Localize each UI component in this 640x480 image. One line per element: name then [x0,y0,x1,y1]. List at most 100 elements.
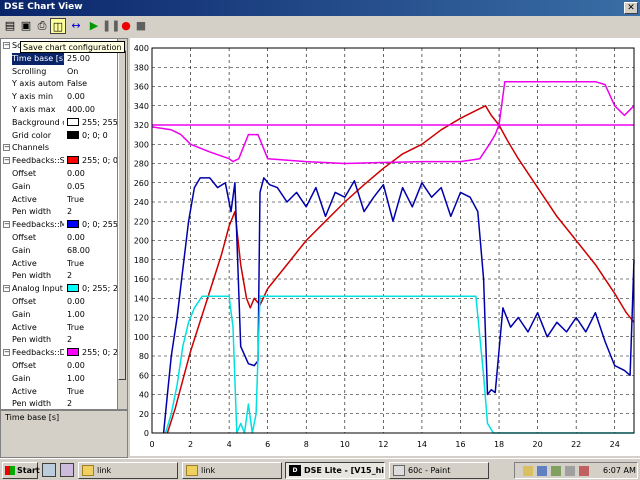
property-row[interactable]: Background color 255; 255; 255 [1,117,119,130]
play-icon[interactable]: ▶ [86,18,102,34]
category-channels[interactable]: − Channels [1,142,119,155]
title-bar: DSE Chart View ✕ [0,0,640,16]
property-value[interactable]: 0; 0; 255 [67,219,119,231]
collapse-icon[interactable]: − [3,349,10,357]
tray-icon-2[interactable] [537,466,547,476]
property-name: Background color [12,117,64,127]
channel-property-row[interactable]: Offset 0.00 [1,360,119,373]
property-value[interactable]: 400.00 [67,104,119,116]
channel-property-row[interactable]: Gain 1.00 [1,373,119,386]
taskbar-item-paint[interactable]: 60c - Paint [389,462,489,479]
property-grid[interactable]: − Sc Time base [s] 25.00 Scrolling On Y axis a… [0,38,128,410]
tray-icon-1[interactable] [523,466,533,476]
property-row[interactable]: Y axis automaticFalse [1,78,119,91]
property-value[interactable]: 0.00 [67,91,119,103]
print-icon[interactable]: ⎙ [34,18,50,34]
property-value[interactable]: 68.00 [67,245,119,257]
property-value[interactable]: 1.00 [67,309,119,321]
collapse-icon[interactable]: − [3,157,10,165]
channel-property-row[interactable]: Active True [1,194,119,207]
channel-property-row[interactable]: Pen width 2 [1,206,119,219]
quicklaunch-ie-icon[interactable] [60,463,74,477]
taskbar-item-dse-lite[interactable]: DDSE Lite - [V15_highc... [285,462,385,479]
property-value[interactable]: 255; 0; 0 [67,155,119,167]
property-name: Pen width [12,271,52,281]
x-tick-label: 12 [378,440,388,449]
collapse-icon[interactable]: − [3,221,10,229]
save-config-icon[interactable]: ◫ [50,18,66,34]
property-value[interactable]: 255; 255; 255 [67,117,119,129]
y-tick-label: 240 [134,198,149,207]
property-value[interactable]: 2 [67,334,119,346]
channel-property-row[interactable]: Offset 0.00 [1,232,119,245]
channel-property-row[interactable]: Active True [1,386,119,399]
fit-horizontal-icon[interactable]: ↔ [68,18,84,34]
property-value[interactable]: 0.00 [67,360,119,372]
toolbar: ▤ ▣ ⎙ ◫ ↔ ▶ ❚❚ ● ■ [0,16,640,36]
tray-icon-3[interactable] [551,466,561,476]
y-tick-label: 180 [134,256,149,265]
record-icon[interactable]: ● [118,18,134,34]
clock[interactable]: 6:07 AM [603,464,636,478]
taskbar-item-link-2[interactable]: link [182,462,282,479]
property-row[interactable]: Y axis min 0.00 [1,91,119,104]
property-row[interactable]: Grid color 0; 0; 0 [1,130,119,143]
quicklaunch-desktop-icon[interactable] [42,463,56,477]
property-name: Active [12,258,37,268]
property-value[interactable]: 0.05 [67,181,119,193]
y-tick-label: 40 [139,391,149,400]
stop-icon[interactable]: ■ [133,18,149,34]
channel-row[interactable]: −Feedbacks::DC L 255; 0; 255 [1,347,119,360]
save-icon[interactable]: ▣ [18,18,34,34]
property-value[interactable]: 0; 0; 0 [67,130,119,142]
channel-property-row[interactable]: Pen width 2 [1,270,119,283]
channel-property-row[interactable]: Gain 68.00 [1,245,119,258]
property-value[interactable]: 0.00 [67,296,119,308]
x-tick-label: 20 [533,440,543,449]
start-button[interactable]: Start [2,462,40,479]
property-value[interactable]: True [67,386,119,398]
scrollbar-thumb[interactable] [118,50,126,380]
tray-icon-4[interactable] [565,466,575,476]
open-icon[interactable]: ▤ [2,18,18,34]
property-value[interactable]: 1.00 [67,373,119,385]
property-value[interactable]: 0.00 [67,232,119,244]
property-row[interactable]: Time base [s] 25.00 [1,52,119,66]
channel-property-row[interactable]: Pen width 2 [1,334,119,347]
property-value[interactable]: True [67,258,119,270]
property-value-text: 0; 255; 255 [82,284,119,294]
channel-property-row[interactable]: Pen width 2 [1,398,119,409]
property-value[interactable]: 2 [67,270,119,282]
channel-row[interactable]: −Feedbacks::MOT 0; 0; 255 [1,219,119,232]
close-button[interactable]: ✕ [624,2,638,14]
property-value[interactable]: 0.00 [67,168,119,180]
channel-property-row[interactable]: Gain 0.05 [1,181,119,194]
channel-row[interactable]: −Analog Input 1 (2 0; 255; 255 [1,283,119,296]
channel-property-row[interactable]: Active True [1,322,119,335]
channel-row[interactable]: −Feedbacks::SPEE 255; 0; 0 [1,155,119,168]
y-tick-label: 140 [134,294,149,303]
channel-property-row[interactable]: Gain 1.00 [1,309,119,322]
collapse-icon[interactable]: − [3,42,10,49]
taskbar-item-link-1[interactable]: link [78,462,178,479]
property-row[interactable]: Y axis max 400.00 [1,104,119,117]
channel-property-row[interactable]: Active True [1,258,119,271]
property-value[interactable]: On [67,66,119,78]
property-value[interactable]: True [67,322,119,334]
channel-property-row[interactable]: Offset 0.00 [1,168,119,181]
property-name: Gain [12,309,31,319]
tray-icon-5[interactable] [579,466,589,476]
property-value[interactable]: 25.00 [67,53,119,65]
collapse-icon[interactable]: − [3,144,10,152]
property-value[interactable]: 2 [67,398,119,409]
channel-property-row[interactable]: Offset 0.00 [1,296,119,309]
property-value[interactable]: 255; 0; 255 [67,347,119,359]
property-value[interactable]: 2 [67,206,119,218]
chart-plot[interactable]: 0204060801001201401601802002202402602803… [130,38,640,456]
property-value[interactable]: False [67,78,119,90]
property-value[interactable]: 0; 255; 255 [67,283,119,295]
property-value[interactable]: True [67,194,119,206]
property-row[interactable]: Scrolling On [1,66,119,79]
collapse-icon[interactable]: − [3,285,10,293]
pause-icon[interactable]: ❚❚ [102,18,120,34]
